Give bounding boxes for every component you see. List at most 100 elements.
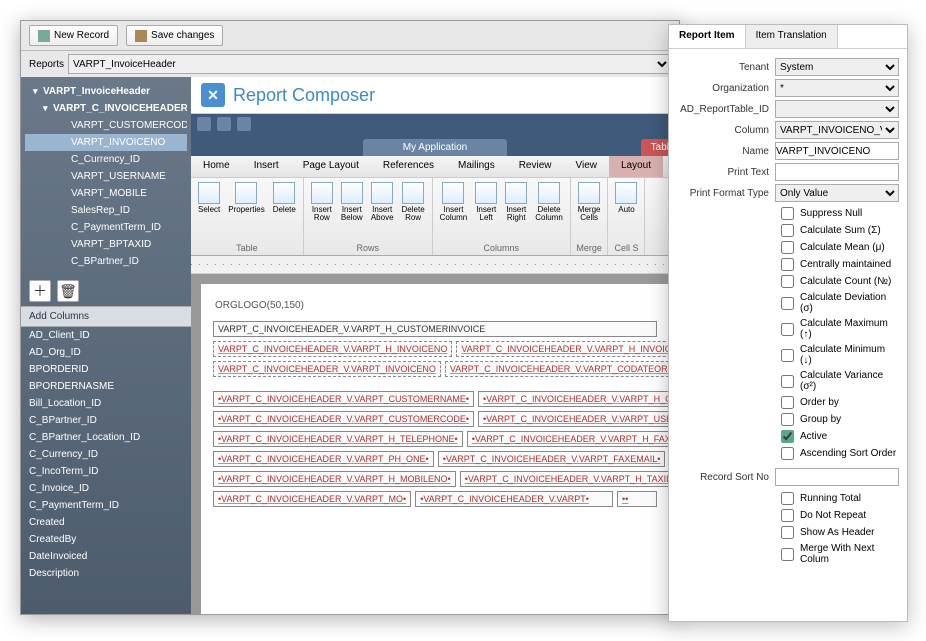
column-item[interactable]: AD_Org_ID: [21, 344, 191, 361]
qat-undo-icon[interactable]: [217, 117, 231, 131]
tree-item-c_currency_id[interactable]: C_Currency_ID: [25, 151, 187, 168]
checkbox-running-total[interactable]: Running Total: [677, 490, 899, 507]
checkbox-calculate-minimum-[interactable]: Calculate Minimum (↓): [677, 342, 899, 368]
field-cell[interactable]: •VARPT_C_INVOICEHEADER_V.VARPT_H_MOBILEN…: [213, 471, 456, 487]
field-cell[interactable]: VARPT_C_INVOICEHEADER_V.VARPT_H_INVOICED…: [456, 341, 679, 357]
ribbon-btn-merge-cells[interactable]: MergeCells: [575, 180, 604, 224]
print-format-select[interactable]: Only Value: [775, 184, 899, 202]
tree-level2[interactable]: VARPT_C_INVOICEHEADER_V: [25, 100, 187, 117]
ribbon-btn-delete-column[interactable]: DeleteColumn: [532, 180, 566, 224]
ribbon-btn-insert-column[interactable]: InsertColumn: [437, 180, 471, 224]
column-item[interactable]: BPORDERID: [21, 361, 191, 378]
ribbon-btn-insert-above[interactable]: InsertAbove: [368, 180, 397, 224]
column-item[interactable]: DateInvoiced: [21, 548, 191, 565]
field-cell[interactable]: •VARPT_C_INVOICEHEADER_V.VARPT_H_TELEPHO…: [213, 431, 463, 447]
checkbox-do-not-repeat[interactable]: Do Not Repeat: [677, 507, 899, 524]
new-record-button[interactable]: New Record: [29, 25, 118, 46]
ribbon-tab-page-layout[interactable]: Page Layout: [291, 156, 371, 177]
ribbon-tab-references[interactable]: References: [371, 156, 446, 177]
ribbon-btn-delete-row[interactable]: DeleteRow: [399, 180, 428, 224]
column-item[interactable]: C_Invoice_ID: [21, 480, 191, 497]
checkbox-show-as-header[interactable]: Show As Header: [677, 524, 899, 541]
checkbox-calculate-count-[interactable]: Calculate Count (№): [677, 273, 899, 290]
field-cell[interactable]: ••: [617, 491, 657, 507]
save-changes-button[interactable]: Save changes: [126, 25, 223, 46]
ribbon-btn-delete[interactable]: Delete: [270, 180, 299, 216]
checkbox-centrally-maintained[interactable]: Centrally maintained: [677, 256, 899, 273]
organization-select[interactable]: *: [775, 79, 899, 97]
tab-report-item[interactable]: Report Item: [669, 25, 746, 48]
field-cell[interactable]: •VARPT_C_INVOICEHEADER_V.VARPT_H_FAX•: [467, 431, 679, 447]
report-dropdown[interactable]: VARPT_InvoiceHeader: [68, 54, 671, 74]
ribbon-btn-auto[interactable]: Auto: [612, 180, 640, 216]
tree-item-varpt_username[interactable]: VARPT_USERNAME: [25, 168, 187, 185]
tree-item-c_paymentterm_id[interactable]: C_PaymentTerm_ID: [25, 219, 187, 236]
ribbon-tab-insert[interactable]: Insert: [242, 156, 291, 177]
name-input[interactable]: [775, 142, 899, 160]
field-cell[interactable]: •VARPT_C_INVOICEHEADER_V.VARPT•: [415, 491, 613, 507]
column-item[interactable]: C_Currency_ID: [21, 446, 191, 463]
checkbox-suppress-null[interactable]: Suppress Null: [677, 205, 899, 222]
checkbox-calculate-deviation-[interactable]: Calculate Deviation (σ): [677, 290, 899, 316]
ribbon-tab-view[interactable]: View: [564, 156, 610, 177]
record-sort-input[interactable]: [775, 468, 899, 486]
column-item[interactable]: CreatedBy: [21, 531, 191, 548]
tree-item-varpt_mobile[interactable]: VARPT_MOBILE: [25, 185, 187, 202]
field-cell[interactable]: VARPT_C_INVOICEHEADER_V.VARPT_CODATEORDE…: [445, 361, 679, 377]
field-cell[interactable]: •VARPT_C_INVOICEHEADER_V.VARPT_MO•: [213, 491, 411, 507]
field-cell[interactable]: •VARPT_C_INVOICEHEADER_V.VARPT_H_CONTACT…: [478, 391, 679, 407]
tree-root[interactable]: VARPT_InvoiceHeader: [25, 83, 187, 100]
ribbon-btn-insert-left[interactable]: InsertLeft: [472, 180, 500, 224]
add-button[interactable]: ＋: [29, 280, 51, 302]
column-item[interactable]: AD_Client_ID: [21, 327, 191, 344]
column-item[interactable]: BPORDERNASME: [21, 378, 191, 395]
checkbox-calculate-sum-[interactable]: Calculate Sum (Σ): [677, 222, 899, 239]
column-select[interactable]: VARPT_INVOICENO_V: [775, 121, 899, 139]
field-cell[interactable]: VARPT_C_INVOICEHEADER_V.VARPT_H_INVOICEN…: [213, 341, 452, 357]
tree-item-c_bpartner_id[interactable]: C_BPartner_ID: [25, 253, 187, 270]
field-cell[interactable]: •VARPT_C_INVOICEHEADER_V.VARPT_H_TAXID•: [460, 471, 679, 487]
delete-button[interactable]: 🗑: [57, 280, 79, 302]
app-tab[interactable]: My Application: [363, 139, 507, 156]
column-item[interactable]: C_BPartner_Location_ID: [21, 429, 191, 446]
column-item[interactable]: Description: [21, 565, 191, 582]
checkbox-active[interactable]: Active: [677, 428, 899, 445]
ribbon-btn-insert-below[interactable]: InsertBelow: [338, 180, 366, 224]
checkbox-calculate-maximum-[interactable]: Calculate Maximum (↑): [677, 316, 899, 342]
ribbon-btn-properties[interactable]: Properties: [225, 180, 267, 216]
print-text-input[interactable]: [775, 163, 899, 181]
tree-item-varpt_customercode[interactable]: VARPT_CUSTOMERCODE: [25, 117, 187, 134]
ribbon-btn-select[interactable]: Select: [195, 180, 223, 216]
tenant-select[interactable]: System: [775, 58, 899, 76]
column-item[interactable]: C_IncoTerm_ID: [21, 463, 191, 480]
ribbon-tab-home[interactable]: Home: [191, 156, 242, 177]
ribbon-tab-layout[interactable]: Layout: [609, 156, 663, 177]
qat-redo-icon[interactable]: [237, 117, 251, 131]
column-item[interactable]: Created: [21, 514, 191, 531]
ribbon-btn-insert-right[interactable]: InsertRight: [502, 180, 530, 224]
tree-item-varpt_invoiceno[interactable]: VARPT_INVOICENO: [25, 134, 187, 151]
field-cell[interactable]: VARPT_C_INVOICEHEADER_V.VARPT_INVOICENO: [213, 361, 441, 377]
checkbox-merge-with-next-colum[interactable]: Merge With Next Colum: [677, 541, 899, 567]
column-item[interactable]: Bill_Location_ID: [21, 395, 191, 412]
header-field[interactable]: VARPT_C_INVOICEHEADER_V.VARPT_H_CUSTOMER…: [213, 321, 657, 337]
checkbox-calculate-variance-[interactable]: Calculate Variance (σ²): [677, 368, 899, 394]
table-id-select[interactable]: [775, 100, 899, 118]
tree-item-varpt_bptaxid[interactable]: VARPT_BPTAXID: [25, 236, 187, 253]
checkbox-ascending-sort-order[interactable]: Ascending Sort Order: [677, 445, 899, 462]
field-cell[interactable]: •VARPT_C_INVOICEHEADER_V.VARPT_PH_ONE•: [213, 451, 434, 467]
column-item[interactable]: C_PaymentTerm_ID: [21, 497, 191, 514]
checkbox-order-by[interactable]: Order by: [677, 394, 899, 411]
document-area[interactable]: ORGLOGO(50,150) VARPT_C_INVOICEHEADER_V.…: [191, 274, 679, 614]
field-cell[interactable]: •VARPT_C_INVOICEHEADER_V.VARPT_CUSTOMERC…: [213, 411, 474, 427]
ribbon-tab-review[interactable]: Review: [507, 156, 564, 177]
tab-item-translation[interactable]: Item Translation: [746, 25, 838, 48]
field-cell[interactable]: •VARPT_C_INVOICEHEADER_V.VARPT_CUSTOMERN…: [213, 391, 474, 407]
tree-item-salesrep_id[interactable]: SalesRep_ID: [25, 202, 187, 219]
column-item[interactable]: C_BPartner_ID: [21, 412, 191, 429]
ribbon-btn-insert-row[interactable]: InsertRow: [308, 180, 336, 224]
ribbon-tab-mailings[interactable]: Mailings: [446, 156, 507, 177]
field-cell[interactable]: •VARPT_C_INVOICEHEADER_V.VARPT_FAXEMAIL•: [438, 451, 666, 467]
checkbox-group-by[interactable]: Group by: [677, 411, 899, 428]
qat-save-icon[interactable]: [197, 117, 211, 131]
